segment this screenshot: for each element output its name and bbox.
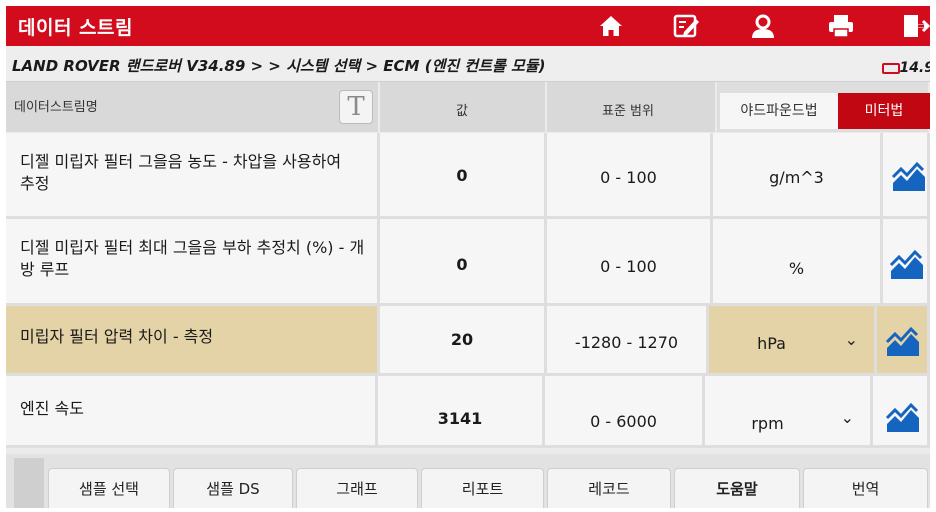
table-row-name[interactable]: 미립자 필터 압력 차이 - 측정 (6, 306, 380, 376)
chart-icon (891, 161, 925, 191)
title-bar: 데이터 스트림 (6, 6, 930, 46)
table-row-unit[interactable]: % (713, 219, 883, 306)
breadcrumb: LAND ROVER 랜드로버 V34.89 > > 시스템 선택 > ECM … (6, 46, 930, 82)
metric-unit-button[interactable]: 미터법 (838, 93, 930, 129)
table-row-value: 0 (380, 219, 547, 306)
chevron-down-icon: ⌄ (844, 330, 858, 349)
header-value-label: 값 (456, 104, 468, 119)
table-row-value: 20 (380, 306, 547, 376)
exit-icon (904, 15, 930, 37)
battery-icon (882, 63, 900, 74)
header-value-col: 값 (380, 82, 547, 132)
table-row-range: -1280 - 1270 (547, 306, 709, 376)
unit-select[interactable]: hPa ⌄ (709, 306, 877, 376)
edit-icon (673, 14, 699, 38)
table-row-value: 0 (380, 133, 547, 219)
tab-sample-ds[interactable]: 샘플 DS (173, 468, 293, 508)
table-row-range: 0 - 100 (547, 219, 713, 306)
header-name-col: 데이터스트림명 T (6, 82, 380, 132)
unit-select[interactable]: rpm ⌄ (705, 376, 873, 448)
graph-toggle-button[interactable] (877, 306, 930, 376)
battery-voltage: 14.9 (899, 60, 930, 76)
chart-icon (889, 249, 923, 279)
table-row-name[interactable]: 디젤 미립자 필터 그을음 농도 - 차압을 사용하여 추정 (6, 133, 380, 219)
tab-record[interactable]: 레코드 (547, 468, 671, 508)
table-row-range: 0 - 6000 (545, 376, 705, 448)
tab-report[interactable]: 리포트 (421, 468, 544, 508)
breadcrumb-path: LAND ROVER 랜드로버 V34.89 > > 시스템 선택 > ECM … (12, 57, 546, 75)
user-icon (752, 14, 774, 38)
chart-icon (885, 326, 919, 356)
table-row-range: 0 - 100 (547, 133, 713, 219)
home-button[interactable] (596, 12, 626, 40)
chevron-down-icon: ⌄ (840, 408, 854, 427)
app-window: 데이터 스트림 LAND ROVER 랜드로버 V34.89 > > 시스템 선… (6, 6, 930, 508)
toolbar-scroll-handle[interactable] (14, 458, 44, 508)
printer-icon (829, 15, 853, 38)
tab-sample-select[interactable]: 샘플 선택 (48, 468, 170, 508)
header-range-col: 표준 범위 (547, 82, 717, 132)
report-edit-button[interactable] (671, 12, 701, 40)
home-icon (600, 16, 622, 36)
header-range-label: 표준 범위 (602, 104, 654, 119)
chart-icon (885, 402, 919, 432)
table-row-name[interactable]: 디젤 미립자 필터 최대 그을음 부하 추정치 (%) - 개방 루프 (6, 219, 380, 306)
table-row-value: 3141 (378, 376, 545, 448)
graph-toggle-button[interactable] (883, 219, 930, 306)
text-size-button[interactable]: T (339, 90, 373, 124)
print-button[interactable] (826, 12, 856, 40)
tab-graph[interactable]: 그래프 (296, 468, 418, 508)
tab-help[interactable]: 도움말 (674, 468, 800, 508)
graph-toggle-button[interactable] (873, 376, 930, 448)
tab-translate[interactable]: 번역 (803, 468, 928, 508)
table-row-unit[interactable]: g/m^3 (713, 133, 883, 219)
graph-toggle-button[interactable] (883, 133, 930, 219)
page-title: 데이터 스트림 (18, 17, 133, 39)
user-button[interactable] (748, 12, 778, 40)
table-row-name[interactable]: 엔진 속도 (6, 376, 378, 448)
header-name-label: 데이터스트림명 (14, 100, 98, 115)
exit-button[interactable] (900, 12, 930, 40)
imperial-unit-button[interactable]: 야드파운드법 (720, 93, 838, 129)
